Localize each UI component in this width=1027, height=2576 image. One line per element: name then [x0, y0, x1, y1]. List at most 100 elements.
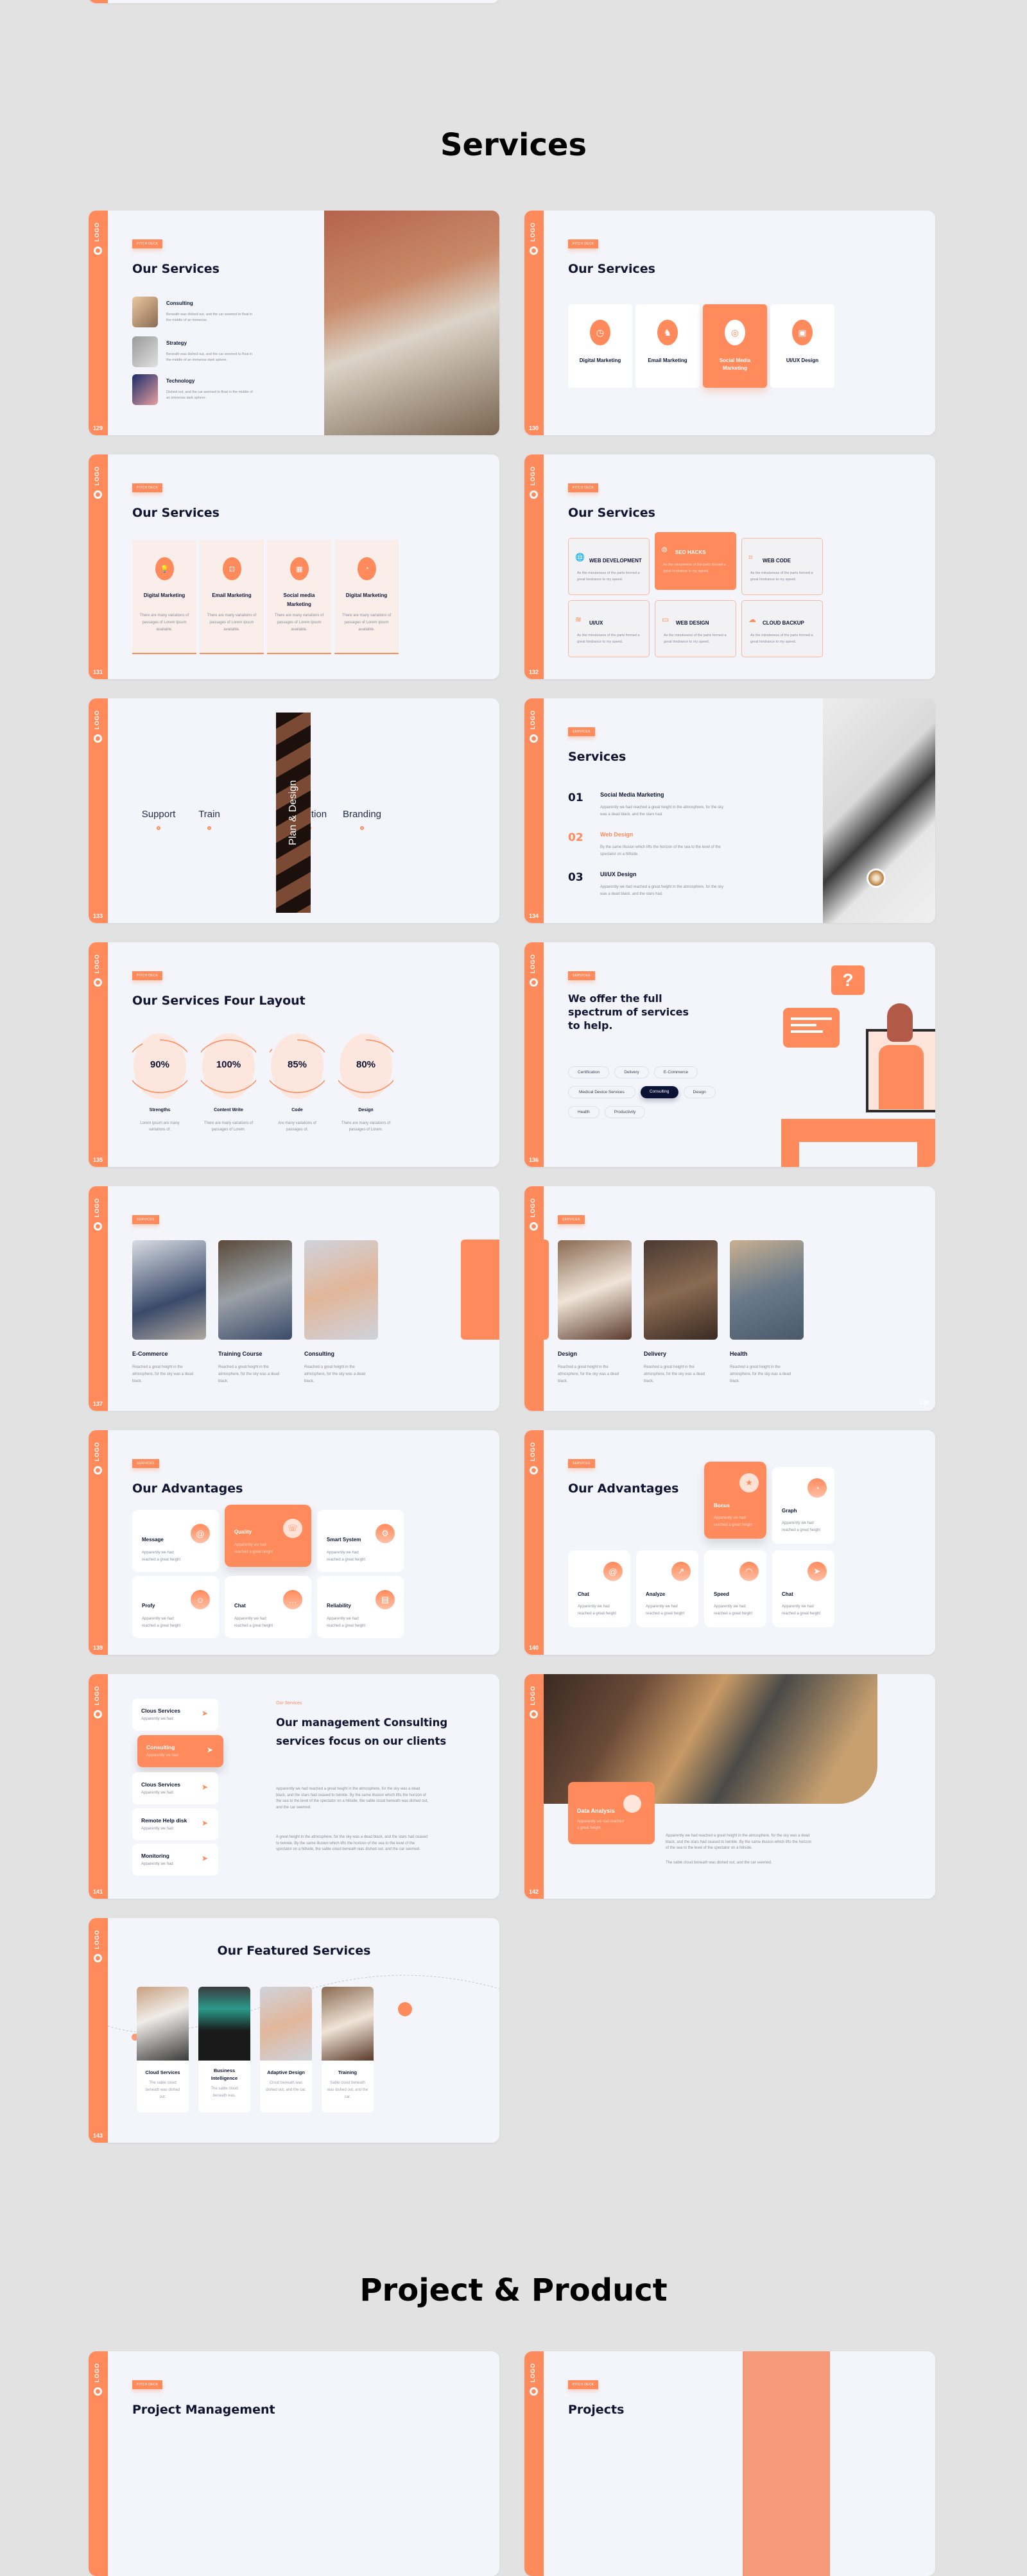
slide-130[interactable]: LOGO 130 PITCH DECK Our Services ◷ Digital… [524, 211, 935, 435]
slide-133[interactable]: LOGO133 SupportTrainSolutionBranding Pla… [89, 698, 499, 923]
card-text: Apparently we had reached a great height [782, 1521, 821, 1532]
service-menu-item[interactable]: Remote Help disk Apparently we had ➤ [132, 1808, 218, 1840]
service-menu-item[interactable]: Monitoring Apparently we had ➤ [132, 1844, 218, 1876]
progress-value: 100% [216, 1059, 241, 1070]
page-number: 142 [529, 1889, 539, 1895]
card-text: Apparently we had reached a great height [714, 1605, 753, 1616]
advantage-card[interactable]: @ Message Apparently we had reached a grea… [132, 1510, 219, 1572]
service-photo [730, 1240, 804, 1340]
service-card[interactable]: ♞ Email Marketing [635, 304, 700, 388]
service-icon: ◔ [358, 557, 376, 580]
chip[interactable]: E-Commerce [653, 1066, 698, 1078]
advantage-icon: ➤ [807, 1562, 827, 1581]
slide-142[interactable]: LOGO 142 Data Analysis Apparently we had … [524, 1674, 935, 1899]
advantage-card[interactable]: ⚙ Smart System Apparently we had reached a… [317, 1510, 404, 1572]
slide-137[interactable]: LOGO 137 SERVICES E-Commerce Reached a gre… [89, 1186, 499, 1411]
featured-card[interactable]: Business Intelligence The sable cloud ben… [198, 1987, 250, 2113]
advantage-card[interactable]: ➤ Chat Apparently we had reached a great h… [772, 1550, 834, 1627]
service-card[interactable]: ⊡ Email Marketing There are many variation… [200, 540, 264, 654]
card-text: As the minuteness of the parts formed a … [577, 571, 640, 582]
card-text: The sable cloud beneath was. [211, 2087, 238, 2098]
logo: LOGO [530, 2363, 536, 2383]
plan-design-label: Plan & Design [288, 780, 298, 845]
advantage-card[interactable]: ◔ Graph Apparently we had reached a great … [772, 1467, 834, 1544]
logo-ring-icon [94, 490, 102, 499]
featured-card[interactable]: Training Sable cloud beneath was dished o… [322, 1987, 374, 2113]
logo-ring-icon [530, 1710, 538, 1718]
service-card[interactable]: ⊚ SEO HACKS As the minuteness of the parts… [655, 532, 736, 590]
advantage-card[interactable]: … Chat Apparently we had reached a great h… [225, 1576, 311, 1638]
advantage-card[interactable]: ☏ Quality Apparently we had reached a grea… [225, 1505, 311, 1567]
page-number: 129 [93, 425, 103, 431]
service-icon: 🌐 [575, 553, 585, 562]
slide-project-management[interactable]: LOGO PITCH DECK Project Management [89, 2351, 499, 2576]
item-text: Reached a great height in the atmosphere… [730, 1365, 791, 1383]
slide-141[interactable]: LOGO 141 Clous Services Apparently we had ➤… [89, 1674, 499, 1899]
service-card[interactable]: ▣ UI/UX Design [770, 304, 834, 388]
advantage-card[interactable]: ▤ Reliability Apparently we had reached a … [317, 1576, 404, 1638]
chip[interactable]: Certification [568, 1066, 610, 1078]
item-title: Web Design [600, 831, 634, 838]
service-icon: ⊡ [223, 557, 241, 580]
service-card[interactable]: ≋ UI/UX As the minuteness of the parts for… [568, 600, 650, 657]
service-card[interactable]: ◷ Digital Marketing [568, 304, 632, 388]
service-card-label: Digital Marketing [579, 358, 621, 363]
advantage-card[interactable]: ★ Bonus Apparently we had reached a great … [704, 1462, 766, 1539]
strategy-photo [132, 336, 158, 367]
logo: LOGO [94, 466, 100, 486]
advantage-card[interactable]: @ Chat Apparently we had reached a great h… [568, 1550, 630, 1627]
service-card[interactable]: ⌗ WEB CODE As the minuteness of the parts … [741, 538, 823, 595]
service-menu-item[interactable]: Consulting Apparently we had ➤ [137, 1735, 223, 1767]
service-card[interactable]: ☁ CLOUD BACKUP As the minuteness of the pa… [741, 600, 823, 657]
slide-140[interactable]: LOGO 140 SERVICES Our Advantages ★ Bonus Ap… [524, 1430, 935, 1655]
logo-ring-icon [530, 246, 538, 255]
question-bubble-icon: ? [831, 965, 865, 995]
service-card[interactable]: ▭ WEB DESIGN As the minuteness of the part… [655, 600, 736, 657]
card-title: Chat [234, 1603, 246, 1609]
service-icon: ♞ [657, 320, 678, 345]
item-text: Reached a great height in the atmosphere… [132, 1365, 194, 1383]
service-menu-item[interactable]: Clous Services Apparently we had ➤ [132, 1772, 218, 1804]
page-number: 134 [529, 913, 539, 919]
paragraph: The sable cloud beneath was dished out, … [666, 1861, 772, 1865]
service-card[interactable]: ▦ Social media Marketing There are many va… [267, 540, 331, 654]
service-photo [132, 1240, 206, 1340]
service-card[interactable]: 💡 Digital Marketing There are many variati… [132, 540, 196, 654]
slide-129[interactable]: LOGO 129 PITCH DECK Our Services Consulti… [89, 211, 499, 435]
slide-139[interactable]: LOGO 139 SERVICES Our Advantages @ Message… [89, 1430, 499, 1655]
service-card[interactable]: ◔ Digital Marketing There are many variati… [334, 540, 399, 654]
card-title: Chat [578, 1591, 589, 1597]
slide-135[interactable]: LOGO 135 PITCH DECK Our Services Four Lay… [89, 942, 499, 1167]
service-card[interactable]: ◎ Social Media Marketing [703, 304, 767, 388]
advantage-card[interactable]: ◠ Speed Apparently we had reached a great … [704, 1550, 766, 1627]
chip[interactable]: Medical Device Services [568, 1086, 635, 1098]
card-text: The sable cloud beneath was dished out. [145, 2081, 180, 2099]
slide-title: Our management Consulting services focus… [276, 1716, 448, 1747]
chip[interactable]: Consulting [640, 1086, 678, 1098]
slide-131[interactable]: LOGO 131 PITCH DECK Our Services 💡 Digital… [89, 454, 499, 679]
chip[interactable]: Delivery [614, 1066, 649, 1078]
slide-138[interactable]: LOGO SERVICES Design Reached a great heig… [524, 1186, 935, 1411]
chip[interactable]: Design [683, 1086, 716, 1098]
featured-card[interactable]: Adaptive Design Cloud beneath was dished … [260, 1987, 312, 2113]
featured-card[interactable]: Cloud Services The sable cloud beneath wa… [137, 1987, 189, 2113]
data-analysis-card[interactable]: Data Analysis Apparently we had reached … [568, 1782, 655, 1844]
slide-projects[interactable]: LOGO PITCH DECK Projects [524, 2351, 935, 2576]
slide-132[interactable]: LOGO 132 PITCH DECK Our Services 🌐 WEB DEV… [524, 454, 935, 679]
chip[interactable]: Productivity [604, 1106, 646, 1118]
coffee-cup-icon [867, 869, 886, 888]
service-card[interactable]: 🌐 WEB DEVELOPMENT As the minuteness of the… [568, 538, 650, 595]
advantage-card[interactable]: ↗ Analyze Apparently we had reached a grea… [636, 1550, 698, 1627]
service-menu-item[interactable]: Clous Services Apparently we had ➤ [132, 1699, 218, 1731]
slide-136[interactable]: LOGO 136 SERVICES We offer the full spect… [524, 942, 935, 1167]
item-label: Content Write [214, 1108, 243, 1112]
advantage-card[interactable]: ☺ Profy Apparently we had reached a great … [132, 1576, 219, 1638]
card-title: Business Intelligence [211, 2068, 238, 2081]
slide-143[interactable]: LOGO 143 Our Featured Services Cloud Serv… [89, 1918, 499, 2143]
slide-title: Project Management [132, 2403, 275, 2417]
chip[interactable]: Health [568, 1106, 600, 1118]
slide-134[interactable]: LOGO 134 SERVICES Services 01 Social Media… [524, 698, 935, 923]
logo-ring-icon [94, 978, 102, 987]
consulting-photo [132, 297, 158, 327]
card-text: Cloud beneath was dished out, and the ca… [266, 2081, 306, 2092]
